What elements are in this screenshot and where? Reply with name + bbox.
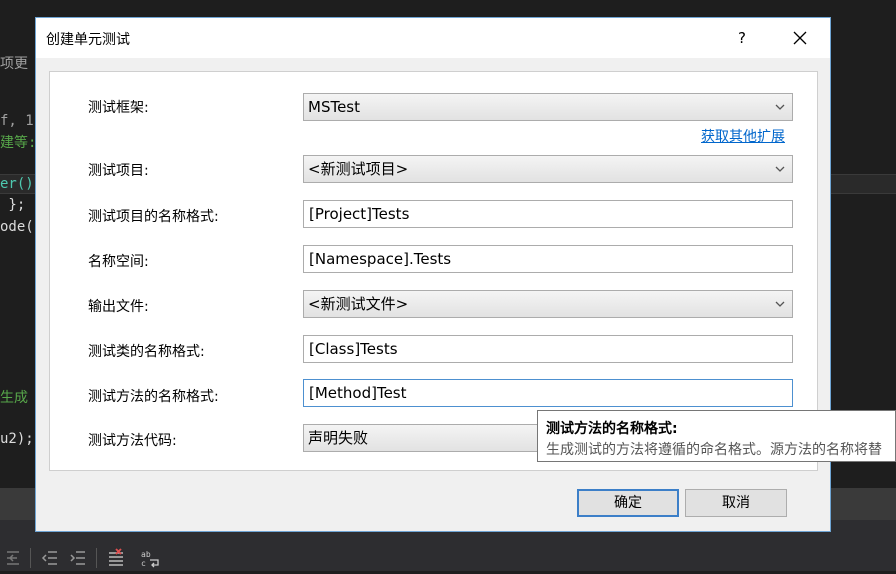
toolbar-separator xyxy=(96,548,97,568)
get-other-extensions-link[interactable]: 获取其他扩展 xyxy=(701,126,785,146)
uncomment-icon[interactable] xyxy=(106,548,126,568)
project-name-format-input[interactable]: [Project]Tests xyxy=(303,200,793,228)
code-line: }; xyxy=(0,197,26,213)
tooltip-title: 测试方法的名称格式: xyxy=(546,421,678,437)
code-line: 项更 xyxy=(0,56,28,72)
word-wrap-icon[interactable]: ab c xyxy=(140,548,160,568)
toolbar-separator xyxy=(30,548,31,568)
framework-select[interactable]: MSTest xyxy=(303,93,793,121)
tooltip: 测试方法的名称格式: 生成测试的方法将遵循的命名格式。源方法的名称将替 xyxy=(537,410,896,462)
method-code-value: 声明失败 xyxy=(308,429,369,447)
output-file-value: <新测试文件> xyxy=(308,295,409,313)
output-file-select[interactable]: <新测试文件> xyxy=(303,290,793,318)
close-icon xyxy=(793,31,807,45)
code-line: 建等: xyxy=(0,135,37,151)
namespace-label: 名称空间: xyxy=(88,254,149,270)
framework-value: MSTest xyxy=(308,98,361,116)
project-select[interactable]: <新测试项目> xyxy=(303,155,793,183)
namespace-input[interactable]: [Namespace].Tests xyxy=(303,245,793,273)
class-name-format-input[interactable]: [Class]Tests xyxy=(303,335,793,363)
method-name-format-label: 测试方法的名称格式: xyxy=(88,389,219,405)
method-name-format-input[interactable]: [Method]Test xyxy=(303,379,793,407)
dialog-titlebar: 创建单元测试 ? xyxy=(36,18,830,58)
chevron-down-icon xyxy=(775,301,785,307)
class-name-format-label: 测试类的名称格式: xyxy=(88,344,205,360)
outdent-icon[interactable] xyxy=(40,548,60,568)
help-button[interactable]: ? xyxy=(730,26,754,50)
code-line: u2); xyxy=(0,431,34,447)
chevron-down-icon xyxy=(775,166,785,172)
code-line: er() xyxy=(0,176,34,192)
output-file-label: 输出文件: xyxy=(88,299,149,315)
project-value: <新测试项目> xyxy=(308,160,409,178)
project-name-format-label: 测试项目的名称格式: xyxy=(88,209,219,225)
framework-label: 测试框架: xyxy=(88,100,149,116)
indent-icon[interactable] xyxy=(68,548,88,568)
close-button[interactable] xyxy=(788,26,812,50)
method-code-label: 测试方法代码: xyxy=(88,433,177,449)
code-line: 生成 xyxy=(0,390,28,406)
code-line: f, 1 xyxy=(0,113,34,129)
project-label: 测试项目: xyxy=(88,163,149,179)
svg-text:ab: ab xyxy=(141,550,151,559)
ok-button[interactable]: 确定 xyxy=(577,489,679,517)
editor-toolbar xyxy=(0,531,896,571)
cancel-button[interactable]: 取消 xyxy=(685,489,787,517)
outdent-icon[interactable] xyxy=(4,548,24,568)
dialog-title: 创建单元测试 xyxy=(46,32,130,48)
chevron-down-icon xyxy=(775,104,785,110)
svg-text:c: c xyxy=(141,559,146,568)
tooltip-body: 生成测试的方法将遵循的命名格式。源方法的名称将替 xyxy=(546,442,882,458)
